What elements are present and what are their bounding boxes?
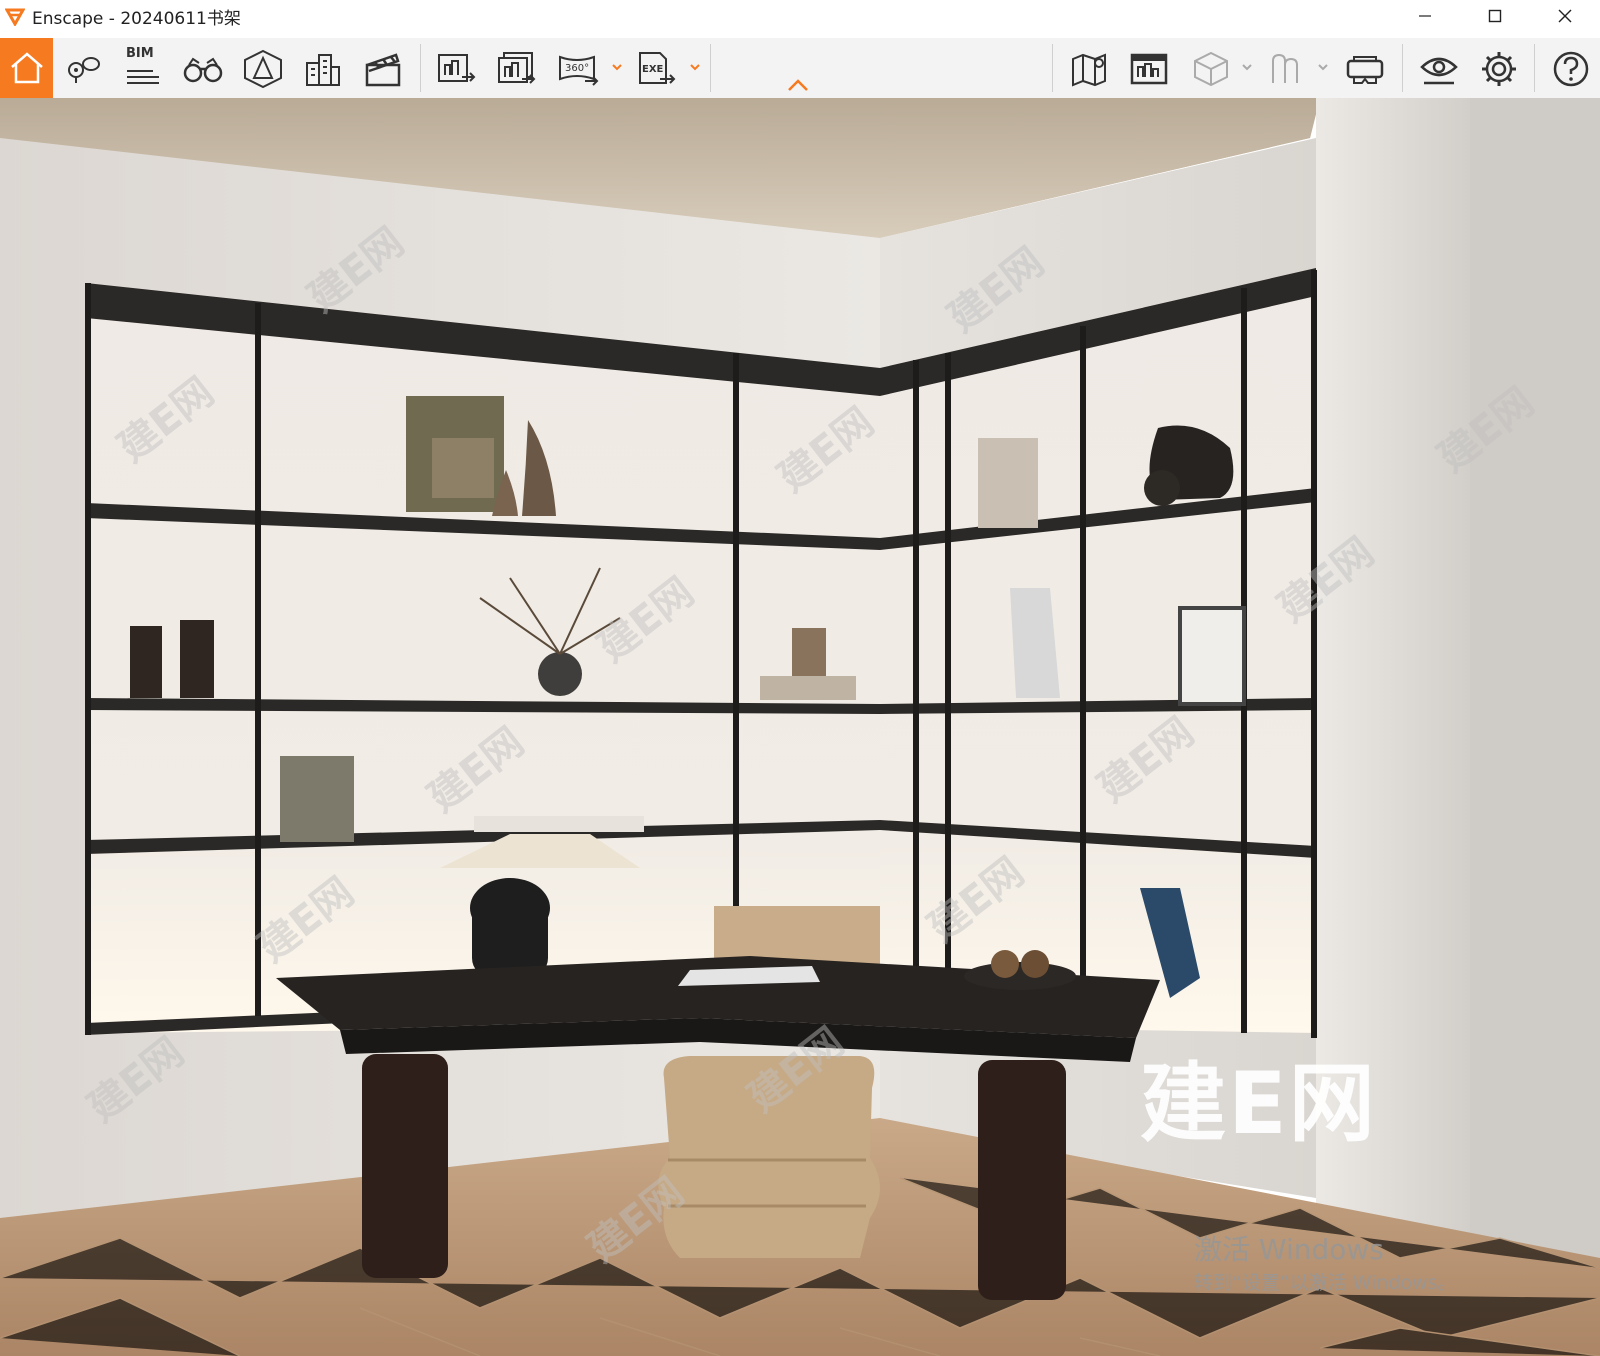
material-editor-button[interactable] bbox=[1186, 44, 1236, 94]
atmosphere-icon bbox=[1272, 53, 1298, 83]
decor-bowl bbox=[964, 962, 1076, 990]
site-context-button[interactable] bbox=[1064, 44, 1114, 94]
maximize-icon bbox=[1488, 9, 1502, 23]
render-360-button[interactable]: 360° bbox=[554, 44, 604, 94]
video-editor-button[interactable] bbox=[358, 44, 408, 94]
main-toolbar: BIM 360° EXE bbox=[0, 38, 1600, 98]
toolbar-separator bbox=[1534, 44, 1535, 92]
decor-frame bbox=[978, 438, 1038, 528]
visual-settings-button[interactable] bbox=[1414, 44, 1464, 94]
panorama-label: 360° bbox=[565, 63, 589, 74]
window-controls bbox=[1390, 0, 1600, 32]
atmosphere-dropdown-icon[interactable] bbox=[1316, 60, 1330, 74]
bim-button[interactable]: BIM bbox=[118, 44, 168, 94]
render-viewport[interactable]: 建E网 建E网 建E网 建E网 建E网 建E网 建E网 建E网 建E网 建E网 … bbox=[0, 98, 1600, 1356]
maximize-button[interactable] bbox=[1460, 0, 1530, 32]
minimize-button[interactable] bbox=[1390, 0, 1460, 32]
help-button[interactable] bbox=[1546, 44, 1596, 94]
close-button[interactable] bbox=[1530, 0, 1600, 32]
visual-settings-icon bbox=[1420, 57, 1458, 85]
asset-library-icon bbox=[1130, 53, 1168, 85]
views-icon bbox=[68, 57, 100, 83]
buildings-button[interactable] bbox=[298, 44, 348, 94]
enscape-logo-icon bbox=[4, 5, 26, 27]
export-exe-icon: EXE bbox=[639, 52, 676, 84]
atmosphere-button[interactable] bbox=[1262, 44, 1312, 94]
render-360-dropdown-icon[interactable] bbox=[610, 60, 624, 74]
buildings-icon bbox=[306, 54, 340, 86]
watermark-large: 建E网 bbox=[1140, 1054, 1377, 1154]
title-bar: Enscape - 20240611书架 bbox=[0, 0, 1600, 32]
binoculars-icon bbox=[183, 57, 223, 83]
windows-activation-subtitle: 转到“设置”以激活 Windows。 bbox=[1194, 1272, 1457, 1294]
vr-headset-button[interactable] bbox=[1340, 44, 1390, 94]
minimize-icon bbox=[1419, 15, 1431, 17]
toolbar-separator bbox=[420, 44, 421, 92]
export-exe-button[interactable]: EXE bbox=[632, 44, 682, 94]
desk-leg-left bbox=[362, 1054, 448, 1278]
home-icon bbox=[10, 52, 43, 84]
decor-book-stack bbox=[760, 676, 856, 700]
title-separator: - bbox=[103, 8, 121, 29]
close-icon bbox=[1558, 9, 1572, 23]
binoculars-button[interactable] bbox=[178, 44, 228, 94]
views-button[interactable] bbox=[58, 44, 108, 94]
windows-activation-title: 激活 Windows bbox=[1194, 1233, 1384, 1266]
toolbar-separator bbox=[1052, 44, 1053, 92]
asset-library-button[interactable] bbox=[1124, 44, 1174, 94]
collapse-toolbar-icon[interactable] bbox=[786, 78, 810, 92]
render-screenshot-button[interactable] bbox=[432, 44, 482, 94]
perspective-button[interactable] bbox=[238, 44, 288, 94]
clapper-icon bbox=[365, 53, 401, 87]
home-button[interactable] bbox=[0, 38, 53, 98]
app-name: Enscape bbox=[32, 8, 104, 29]
decor-photo-frame bbox=[1178, 606, 1246, 706]
toolbar-separator bbox=[1402, 44, 1403, 92]
render-360-icon: 360° bbox=[559, 55, 599, 86]
vr-headset-icon bbox=[1346, 56, 1384, 84]
render-screenshot-icon bbox=[438, 54, 476, 82]
perspective-icon bbox=[244, 49, 282, 89]
export-dropdown-icon[interactable] bbox=[688, 60, 702, 74]
exe-label: EXE bbox=[642, 64, 664, 75]
project-name: 20240611书架 bbox=[120, 8, 241, 29]
map-icon bbox=[1072, 53, 1106, 87]
window-title: Enscape - 20240611书架 bbox=[32, 4, 241, 29]
help-icon bbox=[1553, 51, 1589, 87]
material-dropdown-icon[interactable] bbox=[1240, 60, 1254, 74]
batch-render-icon bbox=[498, 52, 536, 84]
gear-icon bbox=[1482, 52, 1516, 86]
batch-render-button[interactable] bbox=[492, 44, 542, 94]
toolbar-separator bbox=[710, 44, 711, 92]
settings-button[interactable] bbox=[1474, 44, 1524, 94]
decor-books bbox=[280, 756, 354, 842]
bim-label: BIM bbox=[126, 46, 154, 61]
scene-render bbox=[0, 98, 1600, 1356]
material-editor-icon bbox=[1194, 51, 1228, 87]
decor-sculpture bbox=[130, 626, 162, 698]
decor-branch-vase bbox=[538, 652, 582, 696]
desk-leg-right bbox=[978, 1060, 1066, 1300]
